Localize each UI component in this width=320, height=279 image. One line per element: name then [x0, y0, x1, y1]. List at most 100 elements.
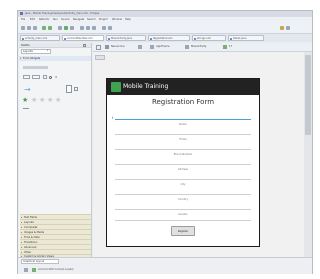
zoom-controls[interactable]: [95, 55, 105, 60]
status-bar: Graphical Layout Android SDK Content Loa…: [18, 257, 312, 274]
save-icon[interactable]: [27, 26, 31, 30]
device-icon[interactable]: [105, 45, 109, 49]
tab-main-activity[interactable]: MainActivity.java: [106, 35, 146, 41]
app-title: Mobile Training: [123, 83, 169, 90]
country-field-underline: [115, 194, 251, 195]
tab-activity-main[interactable]: activity_main.xml: [20, 35, 60, 41]
java-file-icon: [230, 37, 232, 40]
last-field-underline: [115, 220, 251, 221]
menu-file[interactable]: File: [21, 18, 25, 21]
menu-project[interactable]: Project: [99, 18, 108, 21]
text-cursor-icon: ı: [112, 115, 114, 120]
search-icon[interactable]: [92, 26, 96, 30]
check-box-widget[interactable]: ☑: [55, 76, 57, 79]
print-icon[interactable]: [33, 26, 37, 30]
form-widgets-header[interactable]: ▾ Form Widgets: [19, 56, 91, 61]
tab-android-manifest[interactable]: AndroidManifest.xml: [62, 35, 104, 41]
tab-strings[interactable]: strings.xml: [192, 35, 226, 41]
xml-file-icon: [22, 37, 24, 40]
android-sdk-icon[interactable]: [42, 26, 46, 30]
new-icon[interactable]: [21, 26, 25, 30]
menu-source[interactable]: Source: [61, 18, 70, 21]
palette-panel: Palette Layouts ▾ ▾ Form Widgets ☑ → ★ ★…: [19, 43, 92, 258]
menu-run[interactable]: Run: [53, 18, 58, 21]
city-field-underline: [115, 179, 251, 180]
java-file-icon: [108, 37, 110, 40]
button-widget[interactable]: [23, 75, 30, 79]
menu-help[interactable]: Help: [125, 18, 131, 21]
activity-selector[interactable]: MainActivity: [191, 45, 206, 48]
spinner-widget[interactable]: →: [24, 86, 31, 94]
layout-editor-toolbar: Nexus One AppTheme MainActivity 17: [93, 43, 312, 52]
city-field[interactable]: City: [107, 183, 259, 186]
email-field[interactable]: Email: [107, 138, 259, 141]
fast-view-icon[interactable]: [24, 268, 28, 272]
toggle-button-widget[interactable]: [43, 75, 47, 79]
chevron-down-icon: ▾: [47, 49, 49, 52]
open-type-icon[interactable]: [86, 26, 90, 30]
address-field[interactable]: Address: [107, 168, 259, 171]
api-level-selector[interactable]: 17: [229, 45, 232, 48]
theme-icon[interactable]: [150, 45, 154, 49]
device-preview: Mobile Training Registration Form ı Name…: [106, 78, 260, 247]
eclipse-icon: [20, 12, 23, 15]
main-toolbar: [18, 23, 312, 34]
radio-button-widget[interactable]: [49, 76, 52, 79]
new-class-icon[interactable]: [80, 26, 84, 30]
android-api-icon[interactable]: [223, 45, 227, 49]
ide-window: Java - Mobile Training/res/layout/activi…: [17, 10, 313, 274]
minimize-icon[interactable]: [83, 44, 86, 47]
phone-number-field[interactable]: Phone Number: [107, 153, 259, 156]
action-bar: Mobile Training: [107, 79, 259, 95]
menu-edit[interactable]: Edit: [30, 18, 35, 21]
editor-tabs: activity_main.xml AndroidManifest.xml Ma…: [18, 34, 312, 42]
debug-perspective-icon[interactable]: [286, 26, 290, 30]
menu-navigate[interactable]: Navigate: [73, 18, 84, 21]
device-selector[interactable]: Nexus One: [111, 45, 125, 48]
scrollbar-thumb[interactable]: [305, 55, 311, 135]
avd-manager-icon[interactable]: [48, 26, 52, 30]
xml-file-icon: [194, 37, 196, 40]
text-view-widget[interactable]: [23, 66, 48, 69]
palette-title: Palette: [21, 44, 30, 47]
run-icon[interactable]: [64, 26, 68, 30]
form-title: Registration Form: [151, 98, 215, 106]
external-tools-icon[interactable]: [70, 26, 74, 30]
star-icon: ★: [31, 96, 38, 104]
java-perspective-icon[interactable]: [280, 26, 284, 30]
theme-selector[interactable]: AppTheme: [156, 45, 170, 48]
gender-field[interactable]: Gender: [107, 213, 259, 216]
palette-header: Palette: [19, 43, 91, 48]
star-rating-widget-icon[interactable]: ★: [22, 97, 28, 104]
config-icon[interactable]: [96, 45, 101, 50]
palette-filter[interactable]: Layouts ▾: [19, 49, 91, 54]
seek-bar-widget[interactable]: [23, 108, 29, 109]
star-icon: ★: [39, 96, 46, 104]
small-button-widget[interactable]: [32, 75, 40, 79]
address-field-underline: [115, 164, 251, 165]
forward-icon[interactable]: [108, 26, 112, 30]
menu-search[interactable]: Search: [87, 18, 96, 21]
menu-refactor[interactable]: Refactor: [39, 18, 50, 21]
name-field[interactable]: Name: [107, 123, 259, 126]
window-title: Java - Mobile Training/res/layout/activi…: [25, 12, 100, 15]
register-button[interactable]: Register: [171, 226, 195, 236]
menu-window[interactable]: Window: [112, 18, 122, 21]
tab-registration-activity[interactable]: RegistrationAct..: [148, 35, 190, 41]
email-field-underline: [115, 134, 251, 135]
country-field[interactable]: Country: [107, 198, 259, 201]
vertical-scrollbar[interactable]: [304, 52, 312, 257]
tab-detail[interactable]: Detail.java: [228, 35, 264, 41]
orientation-icon[interactable]: [138, 45, 142, 49]
activity-icon[interactable]: [185, 45, 189, 49]
manifest-file-icon: [64, 37, 66, 40]
progress-bar-widget[interactable]: [66, 85, 72, 93]
back-icon[interactable]: [102, 26, 106, 30]
android-logo-icon: [111, 82, 121, 92]
debug-icon[interactable]: [58, 26, 62, 30]
name-field-underline: [115, 119, 251, 120]
switch-widget[interactable]: [74, 87, 78, 91]
java-file-icon: [150, 37, 152, 40]
gender-field-underline: [115, 209, 251, 210]
star-icon: ★: [55, 96, 62, 104]
